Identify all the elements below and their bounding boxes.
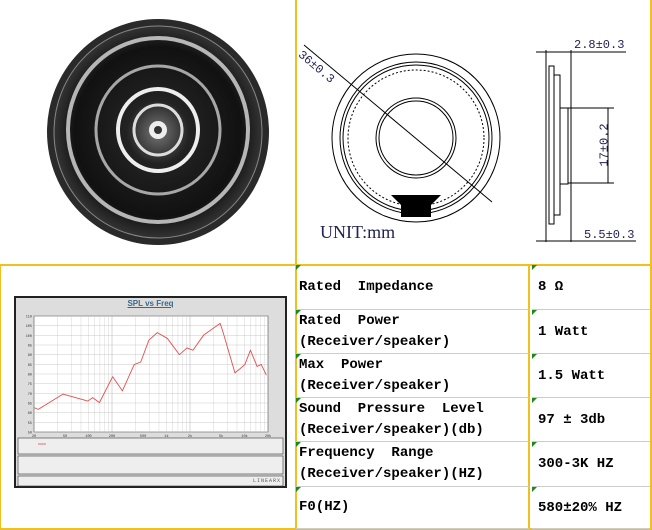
dimension-drawing: 36±0.3 2.8±0.3 17±0.2 5.5±0.3 UNIT:mm <box>295 0 650 264</box>
spl-chart: SPL vs Freq 50 55 60 65 70 75 80 85 90 95 100 105 11… <box>14 296 287 488</box>
spec-value: 1.5 Watt <box>538 367 606 384</box>
spl-data-point <box>239 368 241 370</box>
notes-panel <box>17 455 284 475</box>
y-tick-label: 60 <box>28 412 32 416</box>
legend-panel <box>17 437 284 455</box>
y-tick-label: 100 <box>26 335 32 339</box>
spec-value-cell: 97 ± 3db <box>532 398 650 442</box>
magnet-dimension: 17±0.2 <box>597 123 612 167</box>
y-tick-label: 105 <box>26 325 32 329</box>
spl-data-point <box>179 354 180 355</box>
y-tick-label: 95 <box>28 345 32 349</box>
spec-value-cell: 8 Ω <box>532 265 650 310</box>
spec-label: Rated Impedance <box>299 278 434 295</box>
spl-data-point <box>87 400 89 402</box>
depth-dimension: 5.5±0.3 <box>584 228 635 242</box>
spl-data-point <box>157 332 158 333</box>
y-tick-label: 70 <box>28 393 32 397</box>
spl-data-point <box>219 323 221 324</box>
spl-data-point <box>148 339 150 341</box>
spl-data-point <box>265 374 267 376</box>
spl-data-point <box>244 364 246 365</box>
spec-label: Sound Pressure Level (Receiver/speaker)(… <box>299 400 484 438</box>
spl-data-point <box>140 361 142 363</box>
spl-data-point <box>223 333 224 334</box>
spl-data-point <box>256 366 258 367</box>
spl-data-point <box>122 390 123 392</box>
footer-panel <box>17 475 284 487</box>
chart-title: SPL vs Freq <box>127 299 174 308</box>
y-tick-label: 65 <box>28 403 32 407</box>
spl-data-point <box>92 397 93 398</box>
spec-label-cell: Rated Impedance <box>296 265 530 310</box>
y-tick-label: 55 <box>28 422 32 426</box>
spec-value: 580±20% HZ <box>538 499 623 516</box>
spl-data-point <box>203 334 205 336</box>
y-tick-label: 80 <box>28 374 32 378</box>
spec-label-cell: Sound Pressure Level (Receiver/speaker)(… <box>296 398 530 442</box>
speaker-photo <box>46 18 270 251</box>
unit-label: UNIT:mm <box>320 222 396 242</box>
spl-data-point <box>37 409 39 410</box>
spec-label: Max Power (Receiver/speaker) <box>299 356 451 394</box>
spec-label-cell: Rated Power (Receiver/speaker) <box>296 310 530 354</box>
spec-value-cell: 580±20% HZ <box>532 487 650 529</box>
spl-data-point <box>192 349 194 351</box>
spec-value: 1 Watt <box>538 323 589 340</box>
y-tick-label: 90 <box>28 354 32 358</box>
spec-value-cell: 1.5 Watt <box>532 354 650 398</box>
spl-data-point <box>260 364 262 365</box>
spl-data-point <box>167 338 168 339</box>
spl-data-point <box>186 347 188 349</box>
spec-value: 97 ± 3db <box>538 411 606 428</box>
spec-value: 8 Ω <box>538 279 564 295</box>
y-tick-label: 75 <box>28 383 32 387</box>
spec-label: Frequency Range (Receiver/speaker)(HZ) <box>299 445 484 482</box>
spec-label: F0(HZ) <box>299 499 350 515</box>
spec-value-cell: 300-3K HZ <box>532 442 650 487</box>
spec-label-cell: Max Power (Receiver/speaker) <box>296 354 530 398</box>
chart-brand: LINEARX <box>252 478 281 484</box>
spec-label-cell: F0(HZ) <box>296 487 530 529</box>
spl-data-point <box>133 364 135 365</box>
spec-label: Rated Power (Receiver/speaker) <box>299 312 451 350</box>
spl-data-point <box>112 376 113 378</box>
thickness-dimension: 2.8±0.3 <box>574 38 625 52</box>
spec-value-cell: 1 Watt <box>532 310 650 354</box>
spl-data-point <box>250 349 251 351</box>
spl-data-point <box>99 402 100 403</box>
spec-value: 300-3K HZ <box>538 456 614 472</box>
spl-data-point <box>62 393 64 395</box>
spl-data-point <box>234 372 236 374</box>
spec-label-cell: Frequency Range (Receiver/speaker)(HZ) <box>296 442 530 487</box>
y-tick-label: 85 <box>28 364 32 368</box>
y-tick-label: 110 <box>26 316 32 320</box>
spl-data-point <box>33 407 35 408</box>
